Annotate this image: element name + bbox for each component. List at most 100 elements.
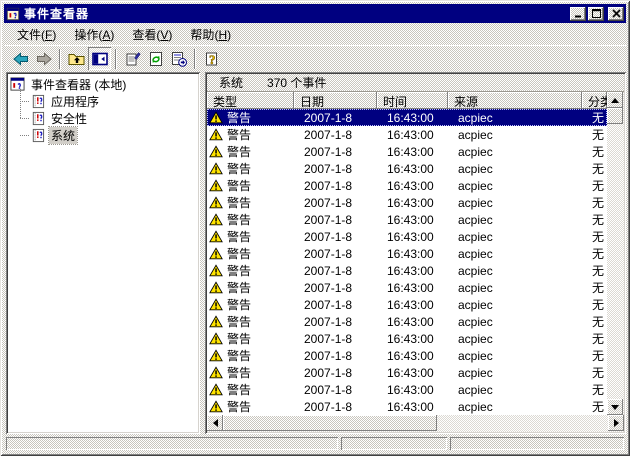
event-source: acpiec	[448, 162, 582, 176]
description-bar: 系统 370 个事件	[207, 74, 624, 92]
event-row[interactable]: 警告2007-1-816:43:00acpiec无	[207, 126, 607, 143]
event-date: 2007-1-8	[294, 179, 377, 193]
event-row[interactable]: 警告2007-1-816:43:00acpiec无	[207, 296, 607, 313]
warning-icon	[209, 281, 223, 294]
event-category: 无	[582, 143, 607, 160]
event-category: 无	[582, 330, 607, 347]
warning-icon	[209, 145, 223, 158]
scroll-down-button[interactable]	[607, 399, 623, 415]
menu-item-0[interactable]: 文件(F)	[8, 24, 65, 45]
warning-icon	[209, 332, 223, 345]
tree-item-2[interactable]: 系统	[10, 127, 198, 144]
event-date: 2007-1-8	[294, 383, 377, 397]
warning-icon	[209, 111, 223, 124]
column-header-1[interactable]: 日期	[294, 92, 377, 109]
event-row[interactable]: 警告2007-1-816:43:00acpiec无	[207, 313, 607, 330]
menu-accelerator: F	[45, 28, 52, 42]
menu-accelerator: V	[160, 28, 168, 42]
event-row[interactable]: 警告2007-1-816:43:00acpiec无	[207, 279, 607, 296]
scroll-up-button[interactable]	[607, 92, 623, 108]
refresh-button[interactable]	[144, 47, 167, 70]
forward-button[interactable]	[32, 47, 55, 70]
title-bar[interactable]: 事件查看器	[4, 4, 626, 23]
event-row[interactable]: 警告2007-1-816:43:00acpiec无	[207, 330, 607, 347]
up-one-level-button[interactable]	[65, 47, 88, 70]
event-time: 16:43:00	[377, 213, 448, 227]
column-header-0[interactable]: 类型	[207, 92, 294, 109]
event-source: acpiec	[448, 366, 582, 380]
minimize-button[interactable]	[570, 7, 586, 21]
event-time: 16:43:00	[377, 145, 448, 159]
scroll-right-button[interactable]	[608, 415, 624, 431]
event-row[interactable]: 警告 2007-1-816:43:00acpiec无	[207, 143, 607, 160]
event-row[interactable]: 警告2007-1-816:43:00acpiec无	[207, 245, 607, 262]
help-button[interactable]: ?	[200, 47, 223, 70]
event-row[interactable]: 警告2007-1-816:43:00acpiec无	[207, 347, 607, 364]
column-header-3[interactable]: 来源	[448, 92, 582, 109]
column-header-2[interactable]: 时间	[377, 92, 448, 109]
toolbar-separator	[194, 49, 196, 69]
event-date: 2007-1-8	[294, 281, 377, 295]
event-row[interactable]: 警告2007-1-816:43:00acpiec无	[207, 398, 607, 415]
result-pane: 系统 370 个事件 类型日期时间来源分类 警告2007-1-816:43:00…	[205, 72, 626, 434]
close-button[interactable]	[608, 7, 624, 21]
event-date: 2007-1-8	[294, 298, 377, 312]
event-type: 警告	[227, 262, 251, 279]
column-header-4[interactable]: 分类	[582, 92, 607, 109]
event-source: acpiec	[448, 213, 582, 227]
event-type: 警告	[227, 177, 251, 194]
event-row[interactable]: 警告2007-1-816:43:00acpiec无	[207, 364, 607, 381]
event-category: 无	[582, 177, 607, 194]
event-time: 16:43:00	[377, 264, 448, 278]
event-category: 无	[582, 194, 607, 211]
maximize-button[interactable]	[588, 7, 604, 21]
event-source: acpiec	[448, 349, 582, 363]
scroll-left-button[interactable]	[207, 415, 223, 431]
export-list-button[interactable]	[167, 47, 190, 70]
warning-icon	[209, 213, 223, 226]
event-row[interactable]: 警告2007-1-816:43:00acpiec无	[207, 262, 607, 279]
tree-item-0[interactable]: 应用程序	[10, 93, 198, 110]
event-source: acpiec	[448, 145, 582, 159]
event-row[interactable]: 警告2007-1-816:43:00acpiec无	[207, 194, 607, 211]
vertical-scrollbar[interactable]	[607, 92, 624, 415]
tree-connector-stub	[20, 101, 29, 102]
event-type: 警告	[227, 296, 251, 313]
event-row[interactable]: 警告2007-1-816:43:00acpiec无	[207, 211, 607, 228]
window-title: 事件查看器	[24, 5, 566, 22]
event-type: 警告	[227, 381, 251, 398]
event-row[interactable]: 警告2007-1-816:43:00acpiec无	[207, 160, 607, 177]
event-date: 2007-1-8	[294, 400, 377, 414]
menu-item-label: 查看	[132, 28, 156, 42]
horizontal-scrollbar-thumb[interactable]	[223, 415, 437, 431]
back-button[interactable]	[9, 47, 32, 70]
warning-icon	[209, 162, 223, 175]
event-type: 警告	[227, 194, 251, 211]
event-date: 2007-1-8	[294, 196, 377, 210]
event-type: 警告	[227, 143, 251, 160]
tree-item-event-viewer-local[interactable]: 事件查看器 (本地)	[10, 76, 198, 93]
event-type: 警告	[227, 160, 251, 177]
vertical-scrollbar-track[interactable]	[607, 92, 624, 415]
event-log-icon	[30, 111, 45, 126]
menu-item-1[interactable]: 操作(A)	[65, 24, 123, 45]
warning-icon	[209, 247, 223, 260]
event-time: 16:43:00	[377, 281, 448, 295]
event-source: acpiec	[448, 383, 582, 397]
event-date: 2007-1-8	[294, 145, 377, 159]
menu-item-2[interactable]: 查看(V)	[123, 24, 181, 45]
event-row[interactable]: 警告2007-1-816:43:00acpiec无	[207, 381, 607, 398]
event-row[interactable]: 警告2007-1-816:43:00acpiec无	[207, 177, 607, 194]
tree-item-1[interactable]: 安全性	[10, 110, 198, 127]
show-hide-console-tree-button[interactable]	[88, 47, 111, 70]
menu-item-3[interactable]: 帮助(H)	[181, 24, 240, 45]
vertical-scrollbar-thumb[interactable]	[607, 108, 623, 124]
properties-button[interactable]	[121, 47, 144, 70]
event-source: acpiec	[448, 315, 582, 329]
menu-accelerator: A	[102, 28, 110, 42]
event-row[interactable]: 警告2007-1-816:43:00acpiec无	[207, 228, 607, 245]
event-type: 警告	[227, 228, 251, 245]
event-row[interactable]: 警告2007-1-816:43:00acpiec无	[207, 109, 607, 126]
horizontal-scrollbar[interactable]	[207, 415, 624, 432]
event-category: 无	[582, 313, 607, 330]
